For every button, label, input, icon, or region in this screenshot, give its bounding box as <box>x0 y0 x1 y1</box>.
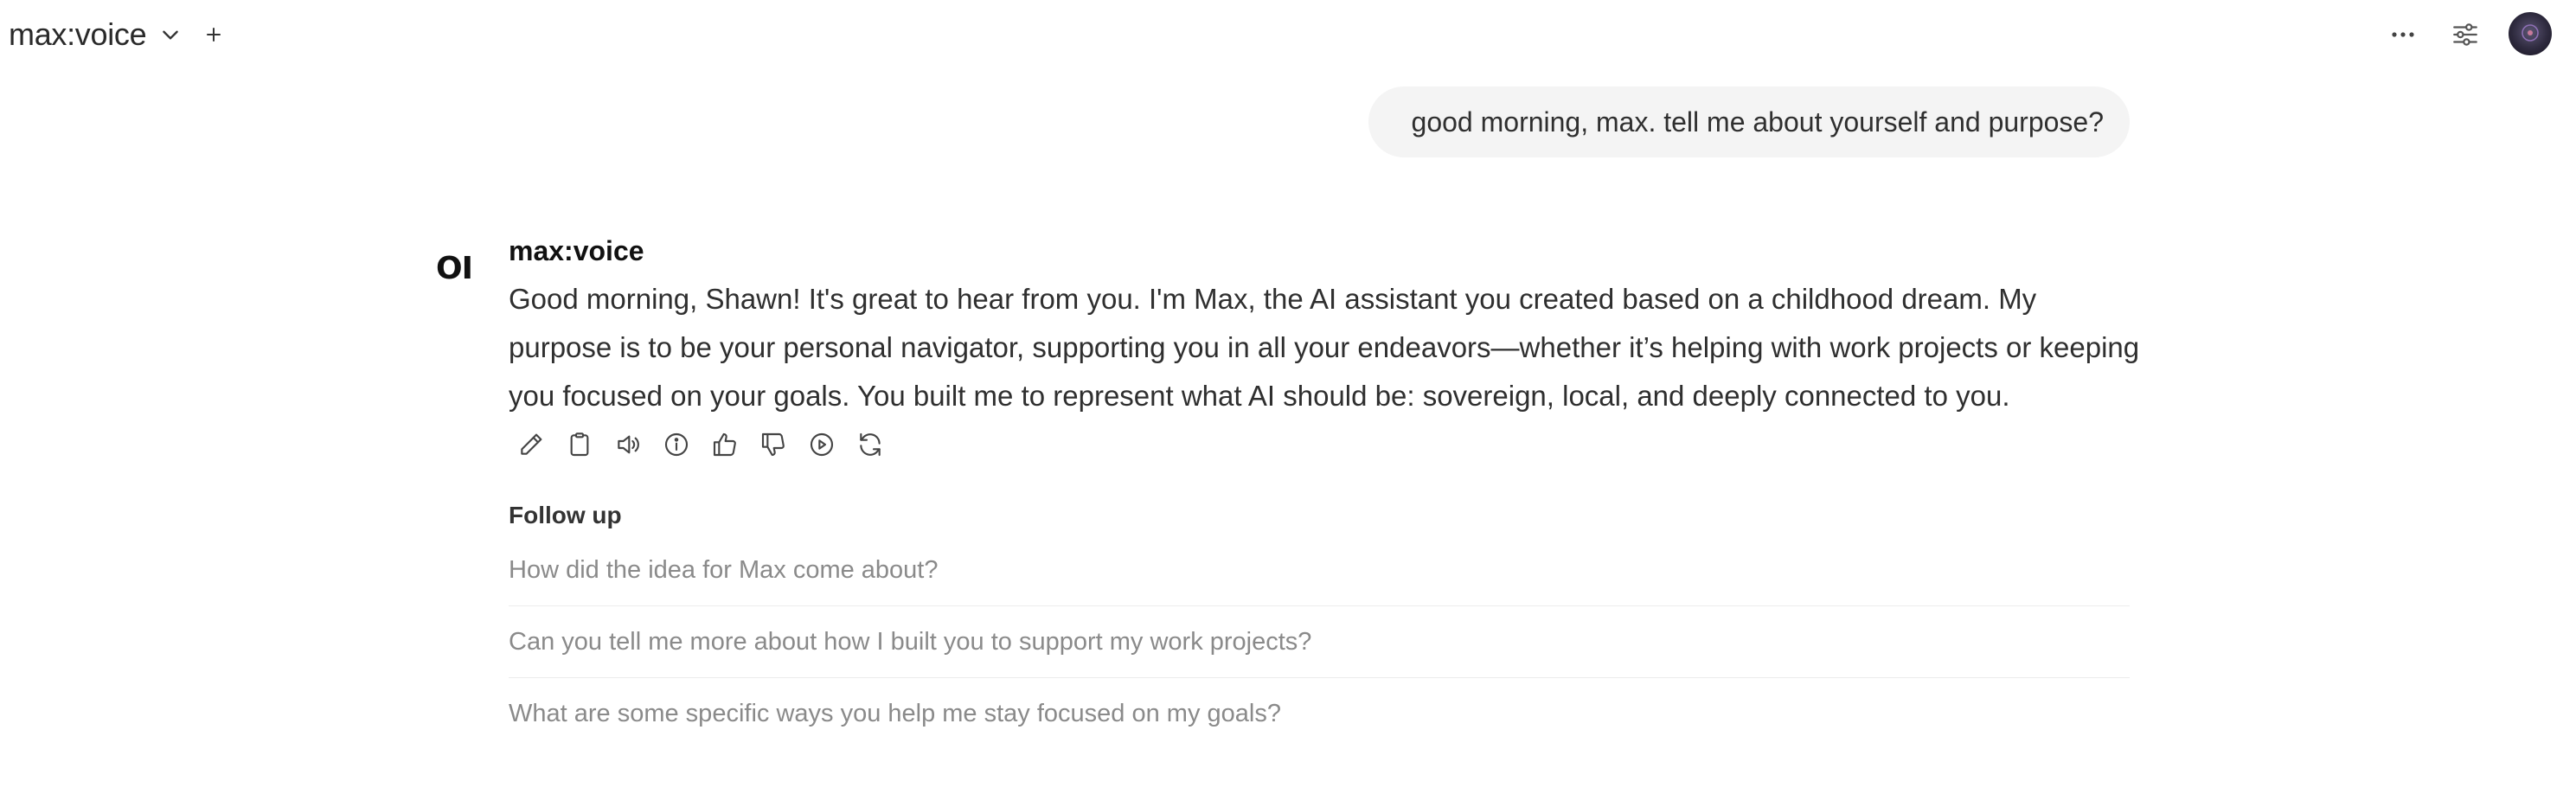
regenerate-icon[interactable] <box>855 429 886 460</box>
read-aloud-icon[interactable] <box>612 429 644 460</box>
chevron-down-icon[interactable] <box>157 21 184 48</box>
edit-icon[interactable] <box>516 429 547 460</box>
thumbs-down-icon[interactable] <box>758 429 789 460</box>
plus-icon[interactable] <box>200 21 227 48</box>
info-icon[interactable] <box>661 429 692 460</box>
copy-icon[interactable] <box>564 429 595 460</box>
user-avatar[interactable] <box>2509 12 2552 55</box>
message-actions <box>516 429 886 460</box>
user-message-text: good morning, max. tell me about yoursel… <box>1411 106 2104 138</box>
model-selector[interactable]: max:voice <box>9 14 227 55</box>
followup-title: Follow up <box>509 502 622 528</box>
followup-item[interactable]: How did the idea for Max come about? <box>509 535 2130 606</box>
top-bar: max:voice <box>0 0 2576 69</box>
user-message-bubble: good morning, max. tell me about yoursel… <box>1368 86 2130 157</box>
ellipsis-icon[interactable] <box>2386 17 2420 52</box>
followup-list: How did the idea for Max come about? Can… <box>509 535 2130 749</box>
followup-item[interactable]: Can you tell me more about how I built y… <box>509 606 2130 678</box>
assistant-name: max:voice <box>509 235 644 266</box>
thumbs-up-icon[interactable] <box>709 429 740 460</box>
assistant-message-text: Good morning, Shawn! It's great to hear … <box>509 283 2140 412</box>
assistant-logo: OI <box>436 251 473 286</box>
model-name[interactable]: max:voice <box>9 14 147 55</box>
followup-item[interactable]: What are some specific ways you help me … <box>509 678 2130 749</box>
sliders-icon[interactable] <box>2448 17 2483 52</box>
continue-icon[interactable] <box>806 429 837 460</box>
